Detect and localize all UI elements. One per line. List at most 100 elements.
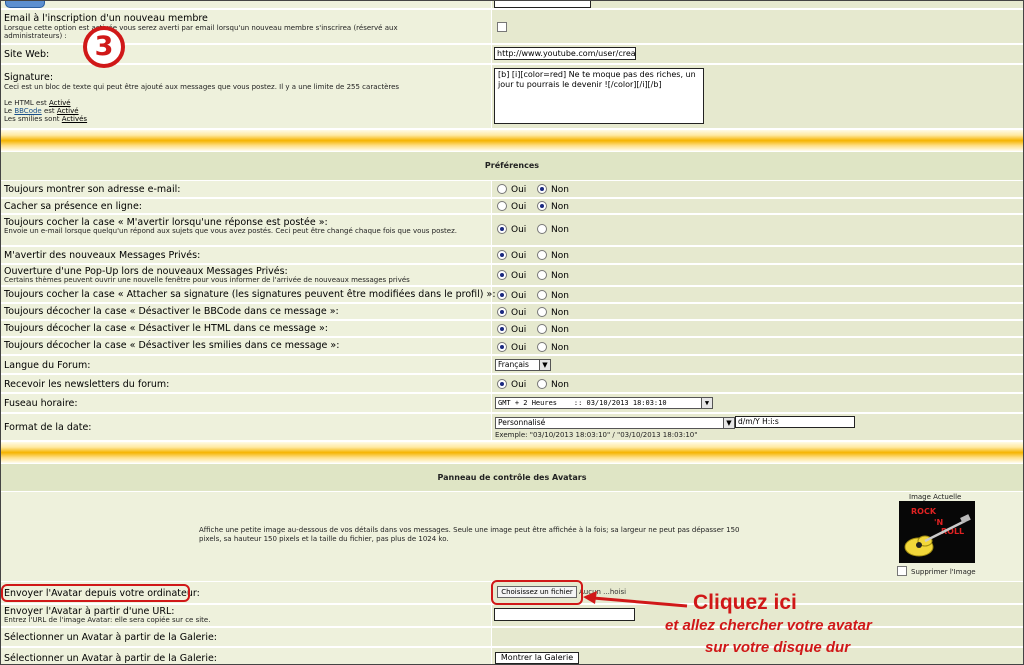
website-label: Site Web: — [4, 49, 50, 60]
preference-oui-radio[interactable] — [497, 307, 507, 317]
timezone-label: Fuseau horaire: — [4, 398, 78, 409]
avatar-gallery-label-1: Sélectionner un Avatar à partir de la Ga… — [4, 632, 218, 643]
profile-page: Email à l'inscription d'un nouveau membr… — [0, 0, 1024, 665]
bbcode-link[interactable]: BBCode — [14, 107, 41, 115]
preference-non-label: Non — [551, 325, 569, 335]
preference-non-radio[interactable] — [537, 342, 547, 352]
preference-non-radio[interactable] — [537, 224, 547, 234]
language-select[interactable]: Français ▼ — [495, 359, 551, 371]
preference-oui-label: Oui — [511, 225, 527, 235]
preference-row: Toujours cocher la case « M'avertir lors… — [1, 215, 1023, 246]
preference-row: Toujours décocher la case « Désactiver l… — [1, 321, 1023, 337]
preference-non-radio[interactable] — [537, 324, 547, 334]
preference-oui-label: Oui — [511, 343, 527, 353]
signature-row: Signature: Ceci est un bloc de texte qui… — [1, 65, 1023, 129]
bbcode-status-link[interactable]: Activé — [57, 107, 79, 115]
smilies-status-link[interactable]: Activés — [62, 115, 87, 123]
preference-label: Cacher sa présence en ligne: — [4, 201, 142, 212]
html-status: Le HTML est Activé — [4, 99, 71, 107]
preference-label: Toujours décocher la case « Désactiver l… — [4, 306, 339, 317]
preference-non-label: Non — [551, 225, 569, 235]
partial-button[interactable] — [5, 1, 45, 8]
chevron-down-icon: ▼ — [723, 418, 734, 428]
signature-textarea[interactable]: [b] [i][color=red] Ne te moque pas des r… — [494, 68, 704, 124]
preference-non-label: Non — [551, 202, 569, 212]
preference-row: Toujours décocher la case « Désactiver l… — [1, 338, 1023, 355]
top-partial-row — [1, 1, 1023, 9]
bbcode-status: Le BBCode est Activé — [4, 107, 79, 115]
preference-oui-radio[interactable] — [497, 184, 507, 194]
date-format-row: Format de la date: Personnalisé ▼ d/m/Y H… — [1, 414, 1023, 441]
preference-non-label: Non — [551, 343, 569, 353]
preference-non-radio[interactable] — [537, 201, 547, 211]
preference-non-label: Non — [551, 271, 569, 281]
partial-input[interactable] — [494, 1, 591, 8]
website-input[interactable]: http://www.youtube.com/user/crea — [494, 47, 636, 60]
signature-label: Signature: — [4, 72, 54, 83]
preference-oui-radio[interactable] — [497, 250, 507, 260]
delete-avatar-label: Supprimer l'Image — [911, 568, 976, 576]
preference-non-radio[interactable] — [537, 250, 547, 260]
annotation-line-2: sur votre disque dur — [705, 639, 851, 656]
choose-file-highlight — [491, 580, 583, 605]
preference-row: Toujours cocher la case « Attacher sa si… — [1, 287, 1023, 303]
newsletter-label: Recevoir les newsletters du forum: — [4, 379, 170, 390]
timezone-row: Fuseau horaire: GMT + 2 Heures :: 03/10/… — [1, 394, 1023, 413]
timezone-value: GMT + 2 Heures :: 03/10/2013 18:03:10 — [498, 399, 667, 407]
guitar-icon — [904, 514, 971, 557]
preference-row: Ouverture d'une Pop-Up lors de nouveaux … — [1, 265, 1023, 286]
language-value: Français — [498, 360, 529, 369]
preference-non-label: Non — [551, 251, 569, 261]
newsletter-non-label: Non — [551, 380, 569, 390]
avatar-gallery-row-2: Sélectionner un Avatar à partir de la Ga… — [1, 648, 1023, 664]
preference-oui-radio[interactable] — [497, 270, 507, 280]
avatar-gallery-label-2: Sélectionner un Avatar à partir de la Ga… — [4, 653, 218, 664]
current-image-label: Image Actuelle — [909, 493, 962, 501]
html-status-link[interactable]: Activé — [49, 99, 71, 107]
preference-non-radio[interactable] — [537, 184, 547, 194]
upload-label-highlight — [1, 584, 190, 602]
newsletter-oui-label: Oui — [511, 380, 527, 390]
preference-oui-label: Oui — [511, 291, 527, 301]
date-format-input[interactable]: d/m/Y H:i:s — [735, 416, 855, 428]
website-row: Site Web: http://www.youtube.com/user/cr… — [1, 45, 1023, 64]
preference-non-radio[interactable] — [537, 290, 547, 300]
preference-oui-radio[interactable] — [497, 201, 507, 211]
preference-oui-radio[interactable] — [497, 224, 507, 234]
show-gallery-button[interactable]: Montrer la Galerie — [495, 652, 579, 664]
newsletter-row: Recevoir les newsletters du forum: Oui N… — [1, 375, 1023, 393]
avatar-description: Affiche une petite image au-dessous de v… — [199, 526, 740, 543]
step-number-badge: 3 — [83, 26, 125, 68]
delete-avatar-checkbox[interactable] — [897, 566, 907, 576]
avatar-panel-header: Panneau de contrôle des Avatars — [1, 464, 1023, 491]
preference-label: Toujours décocher la case « Désactiver l… — [4, 323, 328, 334]
preference-oui-label: Oui — [511, 325, 527, 335]
preference-row: Toujours montrer son adresse e-mail: Oui N… — [1, 181, 1023, 198]
email-notify-row: Email à l'inscription d'un nouveau membr… — [1, 10, 1023, 44]
date-format-value: Personnalisé — [498, 418, 546, 427]
language-label: Langue du Forum: — [4, 360, 91, 371]
preference-label: Toujours montrer son adresse e-mail: — [4, 184, 181, 195]
preferences-header: Préférences — [1, 152, 1023, 180]
newsletter-non-radio[interactable] — [537, 379, 547, 389]
date-format-select[interactable]: Personnalisé ▼ — [495, 417, 735, 429]
email-notify-checkbox[interactable] — [497, 22, 507, 32]
timezone-select[interactable]: GMT + 2 Heures :: 03/10/2013 18:03:10 ▼ — [495, 397, 713, 409]
avatar-description-row: Affiche une petite image au-dessous de v… — [1, 492, 1023, 581]
pointer-arrow-icon — [583, 591, 688, 608]
email-notify-desc: Lorsque cette option est activée vous se… — [4, 24, 398, 40]
preference-desc: Certains thèmes peuvent ouvrir une nouve… — [4, 276, 410, 284]
newsletter-oui-radio[interactable] — [497, 379, 507, 389]
preference-non-radio[interactable] — [537, 307, 547, 317]
preference-non-label: Non — [551, 291, 569, 301]
preference-oui-radio[interactable] — [497, 324, 507, 334]
language-row: Langue du Forum: Français ▼ — [1, 356, 1023, 374]
preference-oui-label: Oui — [511, 251, 527, 261]
preference-oui-radio[interactable] — [497, 342, 507, 352]
preference-desc: Envoie un e-mail lorsque quelqu'un répon… — [4, 227, 458, 235]
preference-oui-radio[interactable] — [497, 290, 507, 300]
preference-label: Toujours décocher la case « Désactiver l… — [4, 340, 340, 351]
preference-label: Toujours cocher la case « Attacher sa si… — [4, 289, 496, 300]
annotation-line-1: et allez chercher votre avatar — [665, 617, 872, 634]
preference-non-radio[interactable] — [537, 270, 547, 280]
